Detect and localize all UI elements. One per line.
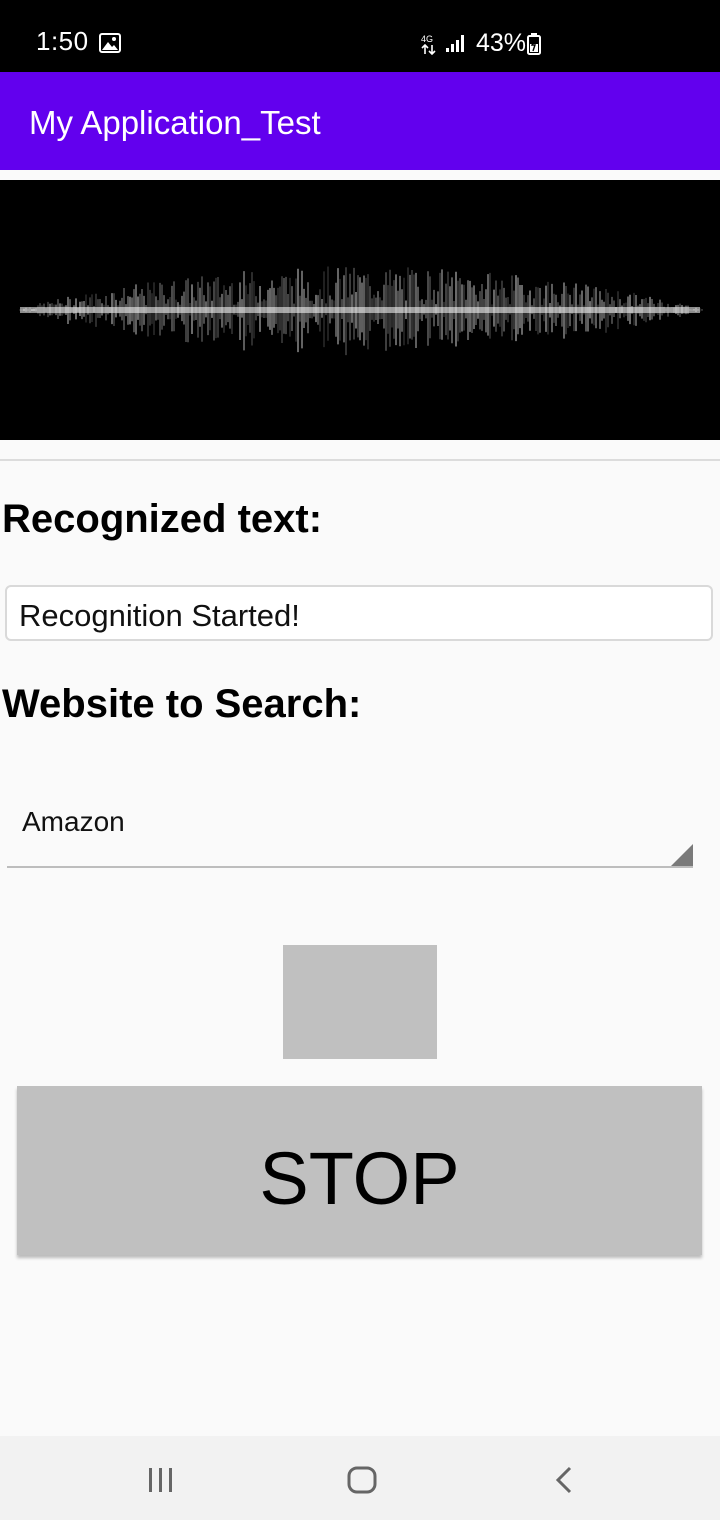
status-time: 1:50 <box>36 26 89 56</box>
status-bar: 1:50 4G 43% <box>0 0 720 72</box>
svg-text:4G: 4G <box>421 34 433 44</box>
navigation-bar <box>0 1436 720 1520</box>
recognized-text-value: Recognition Started! <box>19 598 300 633</box>
battery-percent: 43% <box>476 29 527 57</box>
recents-icon[interactable] <box>146 1467 176 1493</box>
signal-icon <box>446 35 464 52</box>
sound-wave-image <box>0 180 720 440</box>
recognized-text-field[interactable]: Recognition Started! <box>5 585 713 641</box>
website-spinner[interactable]: Amazon <box>7 790 693 868</box>
image-placeholder <box>283 945 437 1059</box>
home-icon[interactable] <box>347 1466 377 1494</box>
app-title: My Application_Test <box>29 104 321 141</box>
divider <box>0 459 720 461</box>
network-4g-icon: 4G <box>421 34 436 55</box>
website-selected-value: Amazon <box>22 806 125 837</box>
stop-button[interactable]: STOP <box>17 1086 702 1255</box>
recognized-text-heading: Recognized text: <box>2 497 323 541</box>
stop-button-label: STOP <box>259 1137 460 1220</box>
battery-icon <box>527 33 541 55</box>
website-heading: Website to Search: <box>2 682 362 726</box>
back-icon[interactable] <box>554 1466 574 1494</box>
dropdown-arrow-icon <box>671 844 693 866</box>
gallery-icon <box>99 33 121 53</box>
app-bar: My Application_Test <box>0 72 720 170</box>
